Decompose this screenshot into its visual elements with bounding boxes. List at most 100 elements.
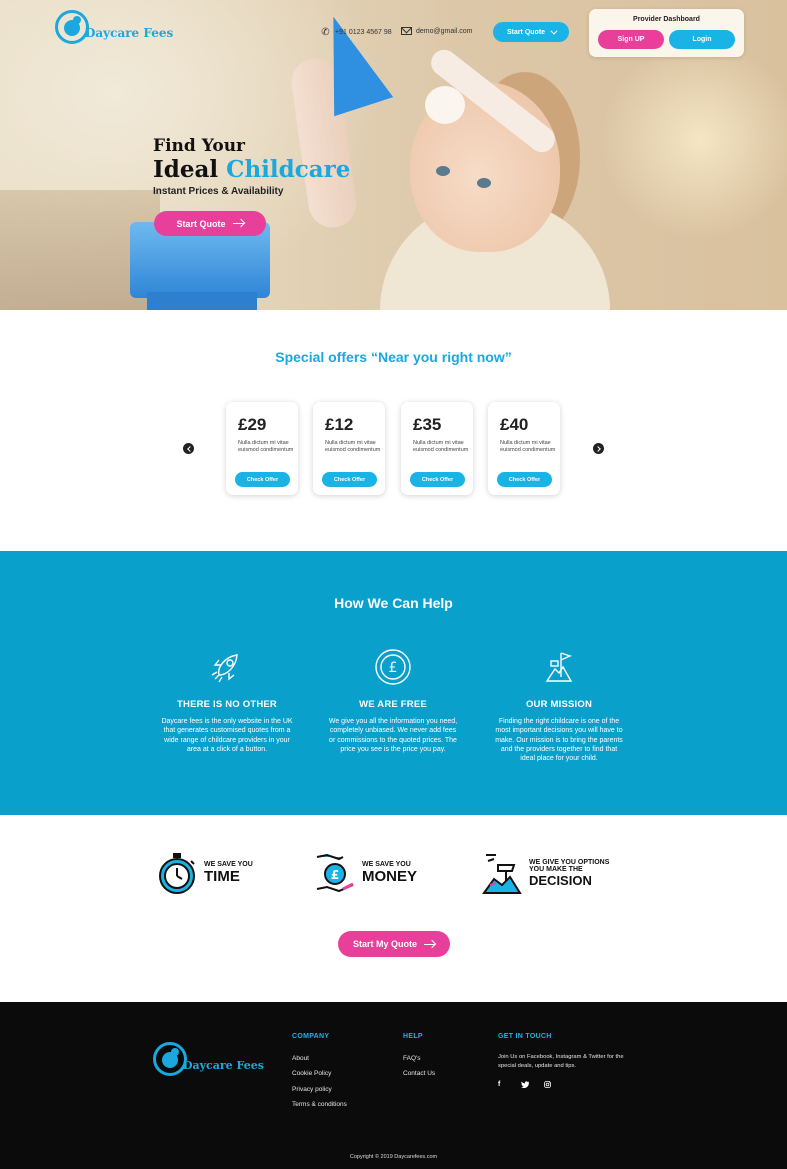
header-email[interactable]: demo@gmail.com — [401, 27, 473, 35]
instagram-icon[interactable] — [544, 1081, 567, 1090]
offer-description: Nulla dictum mi vitae euismod condimentu… — [325, 440, 381, 453]
provider-dashboard-panel: Provider Dashboard Sign UP Login — [589, 9, 744, 57]
help-text: We give you all the information you need… — [328, 718, 458, 753]
benefit-decision: WE GIVE YOU OPTIONS YOU MAKE THE DECISIO… — [480, 851, 624, 895]
login-button[interactable]: Login — [669, 30, 735, 49]
benefit-text: WE GIVE YOU OPTIONS YOU MAKE THE DECISIO… — [529, 859, 624, 888]
help-column: £ WE ARE FREE We give you all the inform… — [323, 647, 463, 754]
carousel-next-icon[interactable] — [593, 443, 604, 454]
logo-text: Daycare Fees — [183, 1058, 264, 1072]
offer-card: £35 Nulla dictum mi vitae euismod condim… — [401, 402, 473, 495]
help-title: How We Can Help — [334, 595, 453, 611]
help-text: Finding the right childcare is one of th… — [495, 718, 623, 763]
footer-help: HELP FAQ's Contact Us — [403, 1033, 435, 1077]
hero-title-ideal: Ideal — [153, 156, 219, 183]
footer-link-about[interactable]: About — [292, 1055, 347, 1062]
footer-logo[interactable]: Daycare Fees — [153, 1042, 264, 1076]
benefit-small-text: WE GIVE YOU OPTIONS YOU MAKE THE — [529, 858, 610, 874]
phone-icon: ✆ — [321, 27, 330, 38]
help-column: OUR MISSION Finding the right childcare … — [489, 647, 629, 763]
child-eye-image — [477, 178, 491, 188]
chevron-down-icon — [550, 27, 558, 35]
footer: COMPANY About Cookie Policy Privacy poli… — [0, 1002, 787, 1169]
check-offer-button[interactable]: Check Offer — [410, 472, 465, 487]
help-heading: WE ARE FREE — [359, 699, 427, 710]
check-offer-button[interactable]: Check Offer — [497, 472, 552, 487]
benefit-money: £ WE SAVE YOU MONEY — [313, 851, 417, 895]
logo-mark-icon — [153, 1042, 187, 1076]
hero-title-line2: Ideal Childcare — [153, 156, 350, 183]
start-my-quote-button[interactable]: Start My Quote — [338, 931, 450, 957]
copyright: Copyright © 2019 Daycarefees.com — [349, 1154, 438, 1160]
help-section: How We Can Help THERE IS NO OTHER Daycar… — [0, 551, 787, 815]
offers-title: Special offers “Near you right now” — [275, 349, 512, 365]
child-eye-image — [436, 166, 450, 176]
footer-touch-text: Join Us on Facebook, Instagram & Twitter… — [498, 1054, 624, 1069]
start-my-quote-label: Start My Quote — [352, 939, 417, 949]
offer-description: Nulla dictum mi vitae euismod condimentu… — [413, 440, 469, 453]
benefit-big-text: MONEY — [362, 868, 418, 886]
arrow-right-icon — [424, 943, 435, 945]
hero-title-line1: Find Your — [153, 136, 246, 156]
flag-mountain-icon — [539, 647, 579, 687]
email-address: demo@gmail.com — [416, 27, 473, 35]
footer-company: COMPANY About Cookie Policy Privacy poli… — [292, 1033, 347, 1108]
offer-description: Nulla dictum mi vitae euismod condimentu… — [238, 440, 294, 453]
help-column: THERE IS NO OTHER Daycare fees is the on… — [157, 647, 297, 754]
signup-button[interactable]: Sign UP — [598, 30, 664, 49]
offer-price: £40 — [500, 415, 529, 434]
pound-coin-icon: £ — [373, 647, 413, 687]
footer-link-privacy[interactable]: Privacy policy — [292, 1086, 347, 1093]
benefit-big-text: TIME — [204, 868, 240, 886]
offer-price: £35 — [413, 415, 442, 434]
footer-heading: HELP — [403, 1033, 423, 1040]
rocket-icon — [207, 647, 247, 687]
offer-card: £29 Nulla dictum mi vitae euismod condim… — [226, 402, 298, 495]
facebook-icon[interactable]: f — [498, 1081, 521, 1090]
footer-link-cookie[interactable]: Cookie Policy — [292, 1070, 347, 1077]
hero-bg-glow-right — [600, 40, 787, 240]
money-hand-icon: £ — [313, 851, 357, 895]
hero-title-childcare: Childcare — [226, 156, 351, 183]
phone-number: +91 0123 4567 98 — [335, 29, 392, 36]
header-phone[interactable]: ✆ +91 0123 4567 98 — [320, 27, 392, 38]
start-quote-label: Start Quote — [506, 28, 546, 36]
check-offer-button[interactable]: Check Offer — [235, 472, 290, 487]
offer-card: £12 Nulla dictum mi vitae euismod condim… — [313, 402, 385, 495]
footer-heading: GET IN TOUCH — [498, 1033, 552, 1040]
social-links: f — [498, 1081, 638, 1090]
start-quote-dropdown-button[interactable]: Start Quote — [493, 22, 569, 42]
benefit-text: WE SAVE YOU TIME — [204, 861, 253, 886]
toy-block-base-image — [147, 292, 257, 310]
benefit-small-text: WE SAVE YOU — [362, 860, 411, 868]
footer-link-faq[interactable]: FAQ's — [403, 1055, 435, 1062]
offer-price: £29 — [238, 415, 267, 434]
logo-text: Daycare Fees — [85, 26, 174, 40]
mail-icon — [401, 27, 412, 35]
check-offer-button[interactable]: Check Offer — [322, 472, 377, 487]
benefit-big-text: DECISION — [529, 872, 592, 888]
help-heading: THERE IS NO OTHER — [177, 699, 277, 710]
offer-description: Nulla dictum mi vitae euismod condimentu… — [500, 440, 556, 453]
hero-subtitle: Instant Prices & Availability — [153, 186, 284, 197]
provider-dashboard-title: Provider Dashboard — [633, 16, 700, 23]
twitter-icon[interactable] — [521, 1081, 544, 1090]
carousel-prev-icon[interactable] — [183, 443, 194, 454]
footer-link-contact[interactable]: Contact Us — [403, 1070, 435, 1077]
footer-get-in-touch: GET IN TOUCH Join Us on Facebook, Instag… — [498, 1033, 638, 1090]
help-text: Daycare fees is the only website in the … — [161, 718, 293, 753]
offer-card: £40 Nulla dictum mi vitae euismod condim… — [488, 402, 560, 495]
hero-start-quote-button[interactable]: Start Quote — [154, 211, 266, 236]
help-heading: OUR MISSION — [525, 699, 593, 710]
header-logo[interactable]: Daycare Fees — [55, 10, 173, 44]
footer-heading: COMPANY — [292, 1033, 330, 1040]
decision-icon — [480, 851, 524, 895]
footer-link-terms[interactable]: Terms & conditions — [292, 1101, 347, 1108]
benefit-small-text: WE SAVE YOU — [204, 860, 253, 868]
headband-bow-image — [425, 86, 465, 124]
arrow-right-icon — [232, 223, 244, 224]
svg-text:£: £ — [331, 868, 339, 882]
svg-text:£: £ — [389, 660, 398, 676]
offer-price: £12 — [325, 415, 354, 434]
logo-mark-icon — [55, 10, 89, 44]
